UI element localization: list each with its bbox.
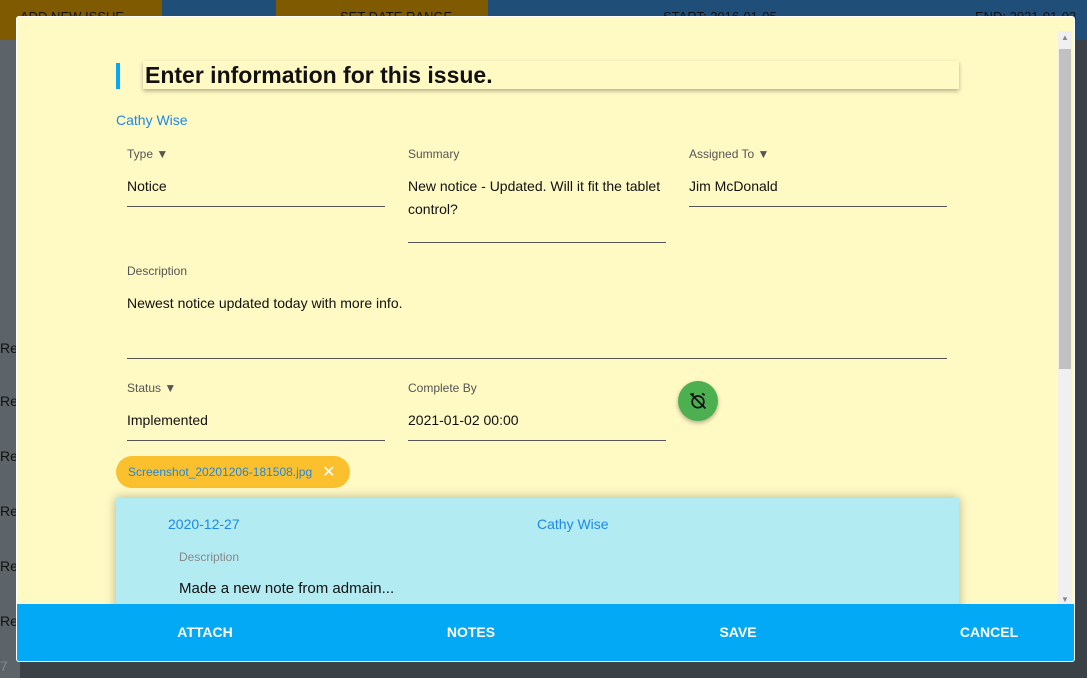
title-accent xyxy=(116,63,120,89)
summary-label: Summary xyxy=(408,147,460,161)
user-name: Cathy Wise xyxy=(116,112,188,128)
status-select[interactable]: Status ▼ Implemented xyxy=(127,381,385,441)
complete-by-value: 2021-01-02 00:00 xyxy=(408,412,519,428)
note-card: 2020-12-27 Cathy Wise Description Made a… xyxy=(116,498,959,618)
dialog-title: Enter information for this issue. xyxy=(143,61,959,89)
attach-button[interactable]: ATTACH xyxy=(17,604,393,661)
summary-field[interactable]: Summary New notice - Updated. Will it fi… xyxy=(408,147,666,243)
type-value: Notice xyxy=(127,178,167,194)
cancel-button[interactable]: CANCEL xyxy=(927,604,1051,661)
description-value: Newest notice updated today with more in… xyxy=(127,295,403,311)
summary-value: New notice - Updated. Will it fit the ta… xyxy=(408,178,661,217)
description-field[interactable]: Description Newest notice updated today … xyxy=(127,264,947,359)
alarm-off-icon xyxy=(689,392,707,410)
scrollbar[interactable]: ▲ ▼ xyxy=(1058,31,1072,606)
notes-button[interactable]: NOTES xyxy=(393,604,549,661)
page-number: 7 xyxy=(0,658,8,674)
assigned-value: Jim McDonald xyxy=(689,178,778,194)
type-select[interactable]: Type ▼ Notice xyxy=(127,147,385,207)
scrollbar-thumb[interactable] xyxy=(1059,49,1071,369)
complete-by-label: Complete By xyxy=(408,381,477,395)
scroll-up-icon[interactable]: ▲ xyxy=(1058,33,1072,42)
description-label: Description xyxy=(127,264,188,278)
attachment-name[interactable]: Screenshot_20201206-181508.jpg xyxy=(128,465,312,479)
save-button[interactable]: SAVE xyxy=(549,604,927,661)
attachment-chip[interactable]: Screenshot_20201206-181508.jpg ✕ xyxy=(116,456,350,488)
issue-dialog: Enter information for this issue. Cathy … xyxy=(16,16,1075,662)
dialog-footer: ATTACH NOTES SAVE CANCEL xyxy=(17,604,1074,661)
status-label: Status ▼ xyxy=(127,381,177,395)
complete-by-field[interactable]: Complete By 2021-01-02 00:00 xyxy=(408,381,666,441)
status-value: Implemented xyxy=(127,412,208,428)
assigned-label: Assigned To ▼ xyxy=(689,147,770,161)
note-author: Cathy Wise xyxy=(537,516,609,532)
assigned-to-select[interactable]: Assigned To ▼ Jim McDonald xyxy=(689,147,947,207)
clear-alarm-button[interactable] xyxy=(678,381,718,421)
scroll-down-icon[interactable]: ▼ xyxy=(1058,595,1072,604)
note-date: 2020-12-27 xyxy=(168,516,240,532)
note-text: Made a new note from admain... xyxy=(179,580,395,597)
remove-attachment-icon[interactable]: ✕ xyxy=(322,462,335,482)
type-label: Type ▼ xyxy=(127,147,169,161)
note-label: Description xyxy=(179,550,240,564)
